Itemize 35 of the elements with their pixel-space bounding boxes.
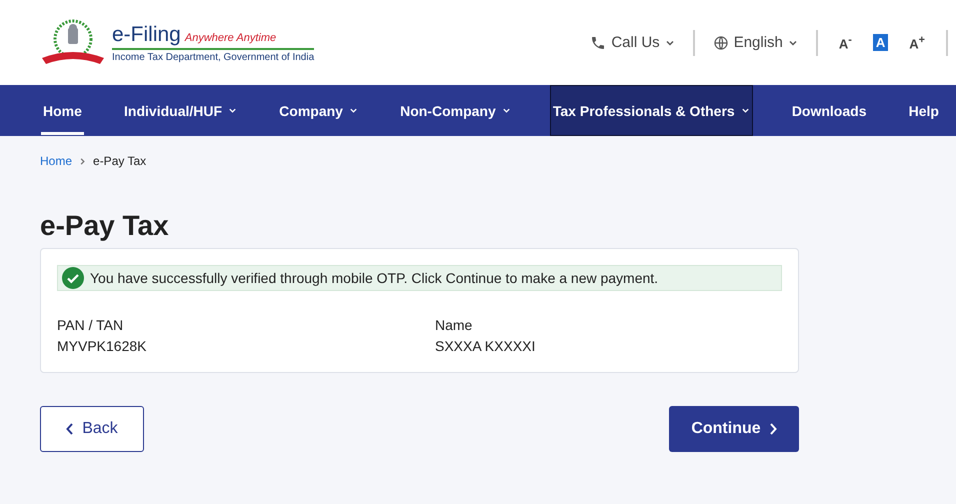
alert-message: You have successfully verified through mobile OTP. Click Continue to make a new payment.: [90, 270, 658, 286]
breadcrumb-link[interactable]: Home: [40, 154, 72, 168]
continue-button[interactable]: Continue: [669, 406, 799, 452]
font-size-button[interactable]: A$^{-}$: [836, 32, 855, 52]
breadcrumb-current: e-Pay Tax: [93, 154, 146, 168]
back-button[interactable]: Back: [40, 406, 144, 452]
chevron-down-icon: [740, 106, 750, 115]
language-selector[interactable]: English: [712, 34, 798, 51]
nav-tab[interactable]: Tax Professionals & Others: [550, 85, 753, 136]
logo-subtitle: Income Tax Department, Government of India: [112, 52, 314, 62]
nav-tab[interactable]: Home: [40, 85, 85, 136]
font-size-button[interactable]: A$^{+}$: [906, 32, 928, 52]
logo-tagline: Anywhere Anytime: [184, 32, 276, 44]
font-size-button[interactable]: A: [872, 34, 888, 51]
chevron-down-icon: [228, 106, 238, 115]
call-us-button[interactable]: Call Us: [590, 34, 675, 51]
chevron-right-icon: [768, 423, 777, 435]
field-value: MYVPK1628K: [57, 338, 148, 354]
field-label: PAN / TAN: [57, 317, 124, 333]
nav-tab[interactable]: Individual/HUF: [121, 85, 240, 136]
check-circle-icon: [62, 267, 84, 289]
field-value: SXXXA KXXXXI: [435, 338, 536, 354]
nav-tab[interactable]: Help: [906, 85, 942, 136]
chevron-left-icon: [66, 423, 74, 435]
phone-icon: [590, 34, 606, 50]
chevron-down-icon: [348, 106, 358, 115]
nav-tab[interactable]: Company: [276, 85, 361, 136]
chevron-down-icon: [502, 106, 511, 115]
chevron-right-icon: [78, 156, 88, 166]
nav-tab[interactable]: Downloads: [788, 85, 870, 136]
nav-tab[interactable]: Non-Company: [397, 85, 514, 136]
page-title: e-Pay Tax: [40, 210, 170, 242]
globe-icon: [712, 34, 729, 50]
field-label: Name: [435, 317, 474, 333]
logo-title: e-Filing: [112, 22, 181, 46]
